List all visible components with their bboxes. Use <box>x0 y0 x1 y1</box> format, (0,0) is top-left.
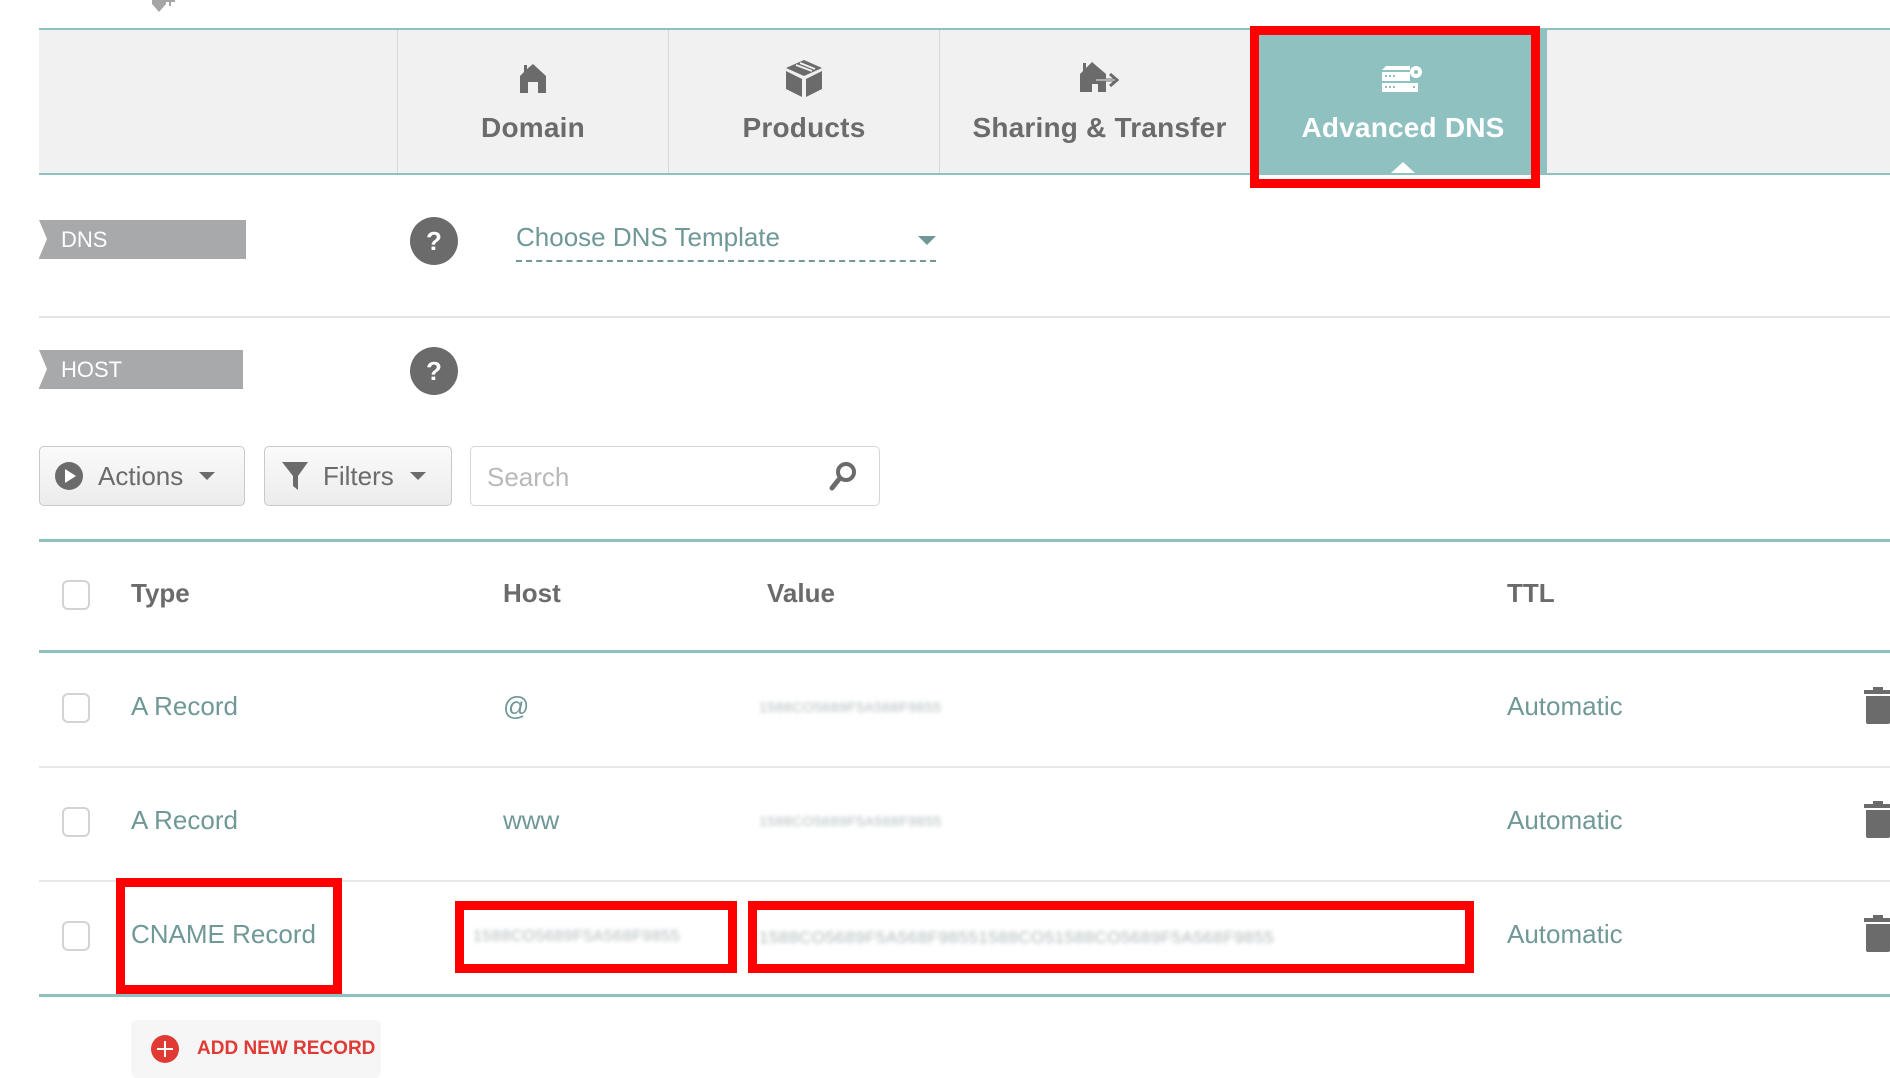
search-box <box>470 446 880 506</box>
dns-templates-label-text: DNS TEMPLATES <box>61 227 191 291</box>
box-icon <box>784 58 824 98</box>
actions-button[interactable]: Actions <box>39 446 245 506</box>
table-bottom-border <box>39 994 1890 997</box>
search-icon[interactable] <box>829 461 857 496</box>
chevron-down-icon <box>199 472 216 480</box>
record-type: A Record <box>131 691 238 721</box>
tab-products[interactable]: Products <box>668 30 939 173</box>
column-header-ttl[interactable]: TTL <box>1507 578 1555 609</box>
column-header-host[interactable]: Host <box>503 578 561 609</box>
row-checkbox[interactable] <box>62 921 90 951</box>
dns-templates-label: DNS TEMPLATES <box>39 220 246 291</box>
column-header-value[interactable]: Value <box>767 578 835 609</box>
home-icon <box>519 58 547 98</box>
domain-tab-bar: Domain Products Sharing & Transfer Advan… <box>39 28 1890 175</box>
record-ttl: Automatic <box>1507 805 1623 835</box>
section-divider <box>39 316 1890 318</box>
host-records-help-button[interactable]: ? <box>410 347 458 395</box>
record-ttl: Automatic <box>1507 919 1623 949</box>
active-tab-indicator <box>1391 162 1415 173</box>
column-header-type[interactable]: Type <box>131 578 190 609</box>
record-type: A Record <box>131 805 238 835</box>
dns-template-select[interactable]: Choose DNS Template <box>516 220 936 262</box>
row-checkbox[interactable] <box>62 807 90 837</box>
record-value: 1588CO5689F5A568F98551588CO51588CO5689F5… <box>759 928 1275 947</box>
host-records-label-text: HOST RECORDS <box>61 357 172 421</box>
record-value: 1588CO5689F5A568F9855 <box>759 813 942 829</box>
filters-label: Filters <box>323 460 394 491</box>
dns-server-gear-icon <box>1380 58 1426 98</box>
record-type: CNAME Record <box>131 919 316 949</box>
tab-label: Domain <box>481 112 585 143</box>
tab-label: Advanced DNS <box>1301 112 1505 143</box>
add-new-record-label: ADD NEW RECORD <box>197 1038 376 1059</box>
record-host: www <box>503 805 560 835</box>
select-all-checkbox[interactable] <box>62 580 90 610</box>
house-transfer-icon <box>1078 58 1122 98</box>
host-records-label: HOST RECORDS <box>39 350 243 421</box>
tab-label: Products <box>742 112 866 143</box>
record-host: @ <box>503 691 530 721</box>
filters-button[interactable]: Filters <box>264 446 452 506</box>
record-value: 1588CO5689F5A568F9855 <box>759 699 942 715</box>
search-input[interactable] <box>485 457 819 497</box>
dns-templates-help-button[interactable]: ? <box>410 217 458 265</box>
tab-label: Sharing & Transfer <box>972 112 1227 143</box>
chevron-down-icon <box>918 236 936 245</box>
table-row: A Record @ 1588CO5689F5A568F9855 Automat… <box>39 653 1890 766</box>
table-row: A Record www 1588CO5689F5A568F9855 Autom… <box>39 768 1890 880</box>
add-location-icon <box>150 0 180 16</box>
plus-circle-icon <box>151 1035 179 1063</box>
tab-sharing-transfer[interactable]: Sharing & Transfer <box>939 30 1259 173</box>
tab-advanced-dns[interactable]: Advanced DNS <box>1259 30 1547 173</box>
record-host: 1588CO5689F5A568F9855 <box>473 928 681 945</box>
play-circle-icon <box>54 461 84 491</box>
filter-icon <box>281 460 309 492</box>
dns-template-select-value: Choose DNS Template <box>516 222 780 252</box>
actions-label: Actions <box>98 460 184 491</box>
tab-domain[interactable]: Domain <box>397 30 668 173</box>
delete-record-trash-icon[interactable] <box>1863 685 1890 730</box>
delete-record-trash-icon[interactable] <box>1863 913 1890 958</box>
table-top-border <box>39 539 1890 542</box>
chevron-down-icon <box>409 472 426 480</box>
delete-record-trash-icon[interactable] <box>1863 799 1890 844</box>
record-ttl: Automatic <box>1507 691 1623 721</box>
row-checkbox[interactable] <box>62 693 90 723</box>
table-row: CNAME Record 1588CO5689F5A568F9855 1588C… <box>39 882 1890 994</box>
add-new-record-button[interactable]: ADD NEW RECORD <box>131 1020 381 1078</box>
